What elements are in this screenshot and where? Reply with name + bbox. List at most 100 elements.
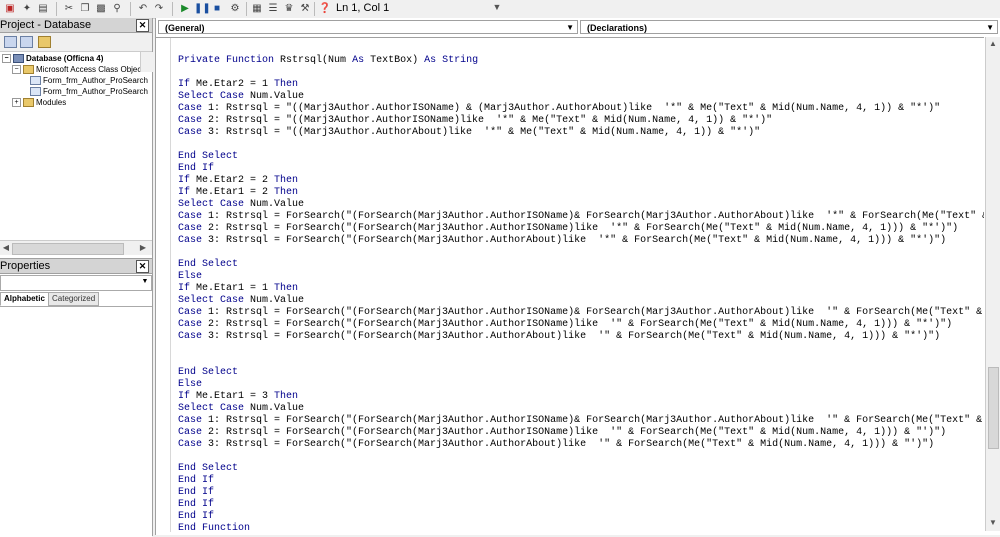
code-vertical-scrollbar[interactable]: ▲ ▼: [985, 37, 1000, 531]
save-icon[interactable]: ▤: [36, 2, 50, 16]
tab-categorized[interactable]: Categorized: [48, 292, 100, 306]
code-line[interactable]: Select Case Num.Value: [178, 403, 984, 415]
project-vertical-scrollbar[interactable]: [140, 52, 153, 72]
chevron-down-icon[interactable]: ▼: [140, 277, 150, 287]
reset-icon[interactable]: ■: [210, 2, 224, 16]
code-line[interactable]: [178, 67, 984, 79]
code-line[interactable]: End If: [178, 163, 984, 175]
design-mode-icon[interactable]: ⚙: [228, 2, 242, 16]
scroll-right-icon[interactable]: ▶: [138, 242, 148, 254]
close-icon[interactable]: ✕: [136, 19, 149, 32]
code-line[interactable]: Else: [178, 379, 984, 391]
toolbar-options-icon[interactable]: ▼: [492, 2, 502, 18]
object-combo[interactable]: (General) ▼: [158, 20, 578, 34]
margin-indicator-bar[interactable]: [156, 38, 171, 532]
code-line[interactable]: End If: [178, 499, 984, 511]
chevron-down-icon[interactable]: ▼: [986, 21, 994, 35]
code-line[interactable]: Select Case Num.Value: [178, 91, 984, 103]
tab-alphabetic[interactable]: Alphabetic: [0, 292, 49, 306]
properties-grid: [0, 306, 152, 537]
object-browser-icon[interactable]: ♛: [282, 2, 296, 16]
access-icon[interactable]: ▣: [3, 2, 17, 16]
properties-tabs: Alphabetic Categorized: [0, 292, 152, 306]
code-line[interactable]: Private Function Rstrsql(Num As TextBox)…: [178, 55, 984, 67]
project-title-bar: Project - Database ✕: [0, 18, 152, 33]
code-line[interactable]: End If: [178, 487, 984, 499]
code-line[interactable]: End Function: [178, 523, 984, 532]
properties-window-icon[interactable]: ☰: [266, 2, 280, 16]
chevron-down-icon[interactable]: ▼: [566, 21, 574, 35]
code-line[interactable]: [178, 451, 984, 463]
code-line[interactable]: Else: [178, 271, 984, 283]
code-line[interactable]: End If: [178, 511, 984, 523]
code-line[interactable]: [178, 43, 984, 55]
code-line[interactable]: Case 1: Rstrsql = ForSearch("(ForSearch(…: [178, 415, 984, 427]
undo-icon[interactable]: ↶: [136, 2, 150, 16]
scroll-thumb[interactable]: [988, 367, 999, 449]
close-icon[interactable]: ✕: [136, 260, 149, 273]
tree-node-database[interactable]: − Database (Officna 4): [2, 54, 103, 64]
tree-node-form-prosearch[interactable]: Form_frm_Author_ProSearch: [30, 76, 148, 86]
code-line[interactable]: If Me.Etar1 = 1 Then: [178, 283, 984, 295]
scroll-thumb[interactable]: [12, 243, 124, 255]
code-line[interactable]: End If: [178, 475, 984, 487]
code-line[interactable]: Case 3: Rstrsql = "((Marj3Author.AuthorA…: [178, 127, 984, 139]
scroll-down-icon[interactable]: ▼: [987, 517, 999, 529]
view-code-icon[interactable]: [4, 36, 17, 48]
code-line[interactable]: End Select: [178, 259, 984, 271]
code-line[interactable]: Case 3: Rstrsql = ForSearch("(ForSearch(…: [178, 235, 984, 247]
code-line[interactable]: Case 3: Rstrsql = ForSearch("(ForSearch(…: [178, 439, 984, 451]
code-line[interactable]: [178, 139, 984, 151]
procedure-combo[interactable]: (Declarations) ▼: [580, 20, 998, 34]
code-line[interactable]: [178, 343, 984, 355]
collapse-icon[interactable]: −: [2, 54, 11, 64]
code-line[interactable]: Case 2: Rstrsql = ForSearch("(ForSearch(…: [178, 223, 984, 235]
code-line[interactable]: Case 1: Rstrsql = ForSearch("(ForSearch(…: [178, 211, 984, 223]
break-icon[interactable]: ❚❚: [194, 2, 211, 16]
code-line[interactable]: If Me.Etar1 = 2 Then: [178, 187, 984, 199]
code-line[interactable]: Case 3: Rstrsql = ForSearch("(ForSearch(…: [178, 331, 984, 343]
database-icon: [13, 54, 24, 64]
code-line[interactable]: Case 1: Rstrsql = ForSearch("(ForSearch(…: [178, 307, 984, 319]
tree-node-class-objects[interactable]: − Microsoft Access Class Objects: [12, 65, 148, 75]
redo-icon[interactable]: ↷: [152, 2, 166, 16]
expand-icon[interactable]: +: [12, 98, 21, 108]
form-icon: [30, 87, 41, 97]
cut-icon[interactable]: ✂: [62, 2, 76, 16]
code-line[interactable]: [178, 247, 984, 259]
code-line[interactable]: End Select: [178, 151, 984, 163]
code-line[interactable]: If Me.Etar2 = 2 Then: [178, 175, 984, 187]
code-line[interactable]: If Me.Etar1 = 3 Then: [178, 391, 984, 403]
scroll-up-icon[interactable]: ▲: [987, 38, 999, 50]
code-line[interactable]: Case 2: Rstrsql = "((Marj3Author.AuthorI…: [178, 115, 984, 127]
code-line[interactable]: If Me.Etar2 = 1 Then: [178, 79, 984, 91]
project-toolbar: [0, 33, 152, 52]
scroll-left-icon[interactable]: ◀: [1, 242, 11, 254]
find-icon[interactable]: ⚲: [110, 2, 124, 16]
code-line[interactable]: Select Case Num.Value: [178, 199, 984, 211]
object-selector[interactable]: ▼: [0, 275, 152, 291]
help-icon[interactable]: ❓: [318, 2, 332, 16]
toolbar-separator: [172, 2, 173, 16]
run-icon[interactable]: ▶: [178, 2, 192, 16]
code-line[interactable]: Select Case Num.Value: [178, 295, 984, 307]
code-line[interactable]: Case 2: Rstrsql = ForSearch("(ForSearch(…: [178, 319, 984, 331]
code-line[interactable]: End Select: [178, 463, 984, 475]
code-line[interactable]: End Select: [178, 367, 984, 379]
tree-node-form-prosearchr[interactable]: Form_frm_Author_ProSearchR: [30, 87, 148, 97]
code-line[interactable]: Case 2: Rstrsql = ForSearch("(ForSearch(…: [178, 427, 984, 439]
toolbox-icon[interactable]: ⚒: [298, 2, 312, 16]
insert-module-icon[interactable]: ✦: [20, 2, 34, 16]
collapse-icon[interactable]: −: [12, 65, 21, 75]
code-editor[interactable]: Private Function Rstrsql(Num As TextBox)…: [156, 37, 984, 532]
tree-node-modules[interactable]: + Modules: [12, 98, 66, 108]
view-object-icon[interactable]: [20, 36, 33, 48]
code-text[interactable]: Private Function Rstrsql(Num As TextBox)…: [178, 43, 984, 532]
paste-icon[interactable]: ▩: [94, 2, 108, 16]
code-line[interactable]: Case 1: Rstrsql = "((Marj3Author.AuthorI…: [178, 103, 984, 115]
project-explorer-icon[interactable]: ▦: [250, 2, 264, 16]
toggle-folders-icon[interactable]: [38, 36, 51, 48]
code-line[interactable]: [178, 355, 984, 367]
copy-icon[interactable]: ❐: [78, 2, 92, 16]
project-horizontal-scrollbar[interactable]: ◀ ▶: [0, 240, 152, 255]
